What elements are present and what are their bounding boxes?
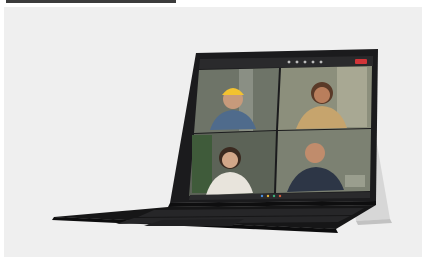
device-illustration (52, 49, 392, 233)
toolbar-icon (319, 60, 323, 64)
top-divider-bar (6, 0, 176, 3)
video-call-screen (189, 56, 373, 200)
product-image-frame (0, 0, 426, 262)
toolbar-icon (311, 60, 315, 64)
self-view-tile (345, 175, 365, 187)
toolbar-icon (287, 60, 291, 64)
taskbar-icon (266, 194, 270, 198)
leave-call-button (355, 59, 367, 64)
taskbar-icon (260, 194, 264, 198)
toolbar-icon (303, 60, 307, 64)
product-photo (4, 7, 422, 257)
taskbar-icon (272, 194, 276, 198)
taskbar-icon (278, 194, 282, 198)
toolbar-icon (295, 60, 299, 64)
